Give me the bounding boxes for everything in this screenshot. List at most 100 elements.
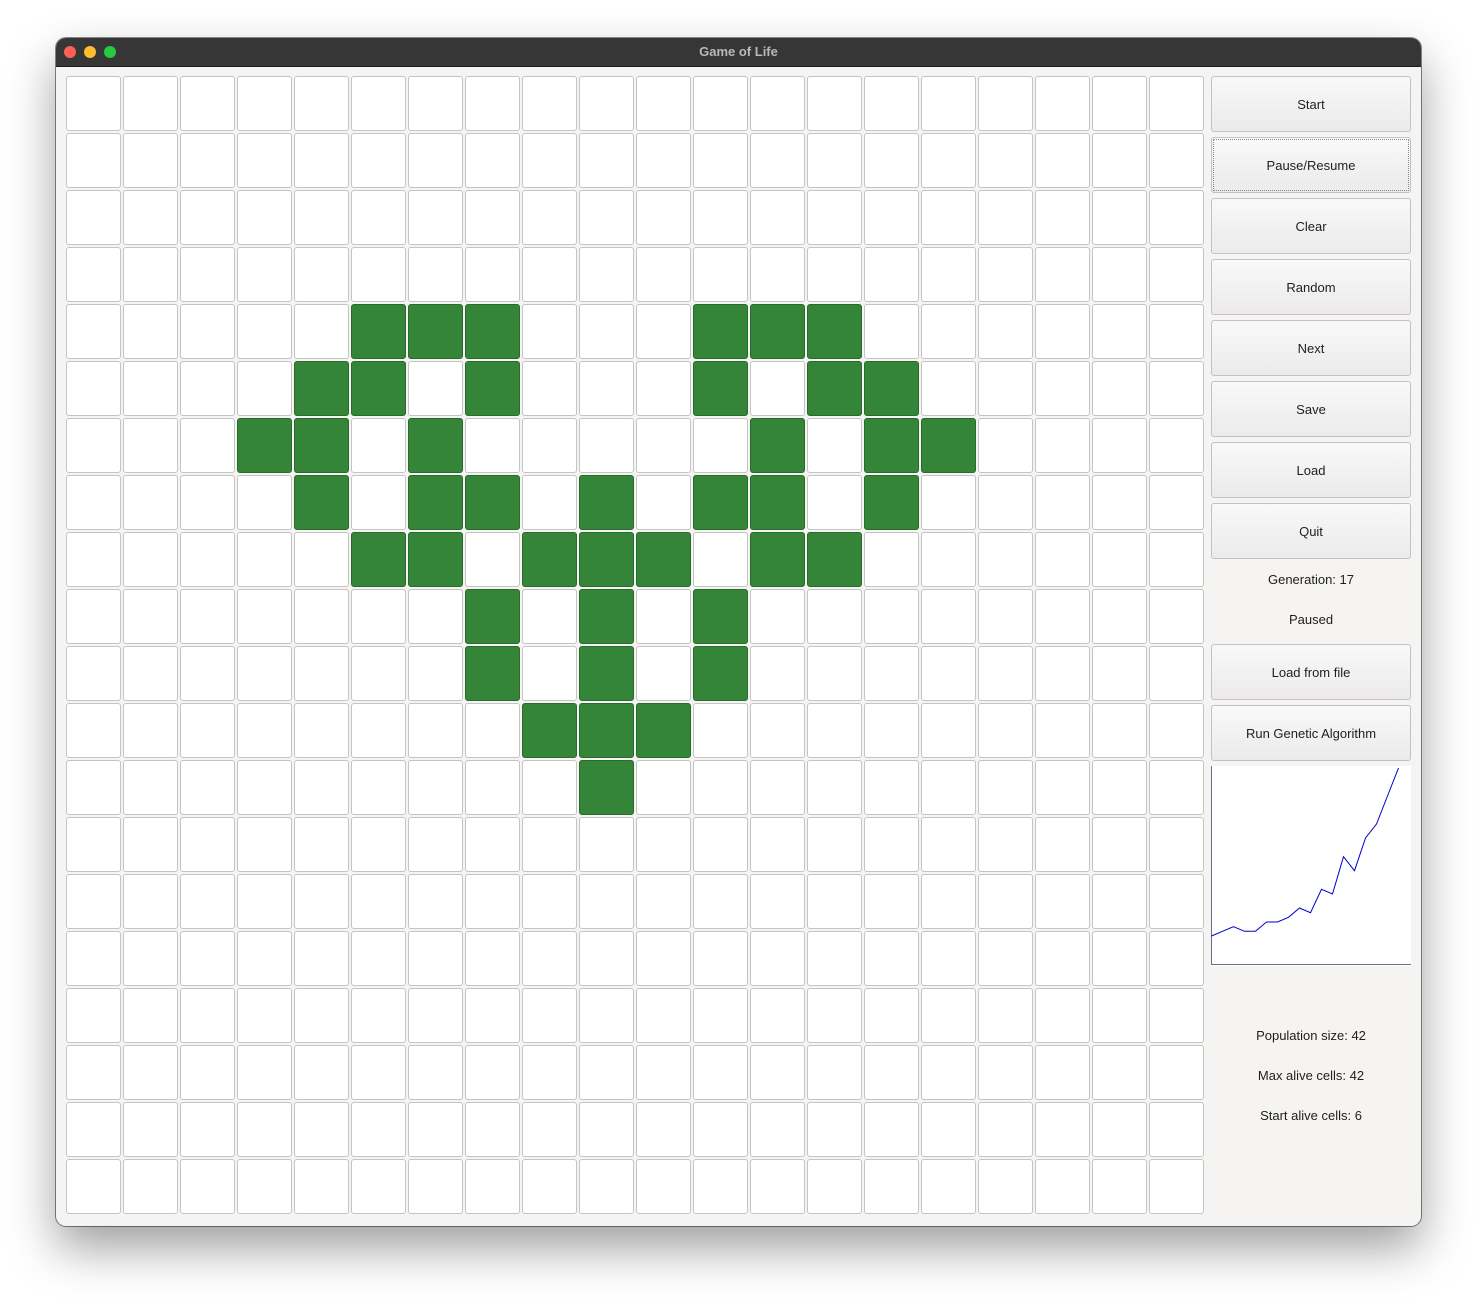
grid-cell[interactable] <box>237 475 292 530</box>
alive-cell[interactable] <box>921 418 976 473</box>
grid-cell[interactable] <box>864 874 919 929</box>
grid-cell[interactable] <box>237 247 292 302</box>
grid-cell[interactable] <box>921 931 976 986</box>
grid-cell[interactable] <box>465 760 520 815</box>
grid-cell[interactable] <box>351 190 406 245</box>
grid-cell[interactable] <box>123 703 178 758</box>
grid-cell[interactable] <box>750 133 805 188</box>
grid-cell[interactable] <box>1035 247 1090 302</box>
grid-cell[interactable] <box>123 1102 178 1157</box>
grid-cell[interactable] <box>921 589 976 644</box>
grid-cell[interactable] <box>66 304 121 359</box>
grid-cell[interactable] <box>294 532 349 587</box>
save-button[interactable]: Save <box>1211 381 1411 437</box>
grid-cell[interactable] <box>294 703 349 758</box>
grid-cell[interactable] <box>408 1102 463 1157</box>
grid-cell[interactable] <box>1092 532 1147 587</box>
grid-cell[interactable] <box>351 589 406 644</box>
grid-cell[interactable] <box>180 247 235 302</box>
grid-cell[interactable] <box>351 988 406 1043</box>
alive-cell[interactable] <box>864 475 919 530</box>
grid-cell[interactable] <box>351 133 406 188</box>
grid-cell[interactable] <box>921 703 976 758</box>
grid-cell[interactable] <box>807 418 862 473</box>
grid-cell[interactable] <box>237 817 292 872</box>
grid-cell[interactable] <box>807 133 862 188</box>
alive-cell[interactable] <box>750 418 805 473</box>
grid-cell[interactable] <box>1149 418 1204 473</box>
grid-cell[interactable] <box>978 1102 1033 1157</box>
grid-cell[interactable] <box>123 589 178 644</box>
grid-cell[interactable] <box>864 760 919 815</box>
grid-cell[interactable] <box>180 361 235 416</box>
grid-cell[interactable] <box>636 760 691 815</box>
alive-cell[interactable] <box>864 418 919 473</box>
grid-cell[interactable] <box>864 76 919 131</box>
alive-cell[interactable] <box>465 589 520 644</box>
grid-cell[interactable] <box>1149 1159 1204 1214</box>
grid-cell[interactable] <box>579 1159 634 1214</box>
grid-cell[interactable] <box>465 931 520 986</box>
grid-cell[interactable] <box>978 133 1033 188</box>
grid-cell[interactable] <box>123 532 178 587</box>
grid-cell[interactable] <box>237 1159 292 1214</box>
alive-cell[interactable] <box>750 532 805 587</box>
grid-cell[interactable] <box>123 133 178 188</box>
grid-cell[interactable] <box>237 646 292 701</box>
alive-cell[interactable] <box>408 532 463 587</box>
grid-cell[interactable] <box>1035 817 1090 872</box>
grid-cell[interactable] <box>807 1045 862 1100</box>
grid-cell[interactable] <box>465 418 520 473</box>
grid-cell[interactable] <box>522 817 577 872</box>
grid-cell[interactable] <box>1149 532 1204 587</box>
alive-cell[interactable] <box>465 475 520 530</box>
grid-cell[interactable] <box>864 703 919 758</box>
alive-cell[interactable] <box>465 361 520 416</box>
grid-cell[interactable] <box>1092 760 1147 815</box>
grid-cell[interactable] <box>123 361 178 416</box>
grid-cell[interactable] <box>750 646 805 701</box>
grid-cell[interactable] <box>294 1102 349 1157</box>
grid-cell[interactable] <box>921 247 976 302</box>
grid-cell[interactable] <box>1035 190 1090 245</box>
grid-cell[interactable] <box>750 361 805 416</box>
grid-cell[interactable] <box>408 646 463 701</box>
grid-cell[interactable] <box>66 874 121 929</box>
grid-cell[interactable] <box>693 532 748 587</box>
clear-button[interactable]: Clear <box>1211 198 1411 254</box>
grid-cell[interactable] <box>66 646 121 701</box>
grid-cell[interactable] <box>123 931 178 986</box>
grid-cell[interactable] <box>465 1159 520 1214</box>
alive-cell[interactable] <box>351 304 406 359</box>
grid-cell[interactable] <box>579 190 634 245</box>
grid-cell[interactable] <box>123 247 178 302</box>
grid-cell[interactable] <box>693 817 748 872</box>
grid-cell[interactable] <box>750 1102 805 1157</box>
grid-cell[interactable] <box>180 1045 235 1100</box>
grid-cell[interactable] <box>750 703 805 758</box>
grid-cell[interactable] <box>921 817 976 872</box>
grid-cell[interactable] <box>1149 1102 1204 1157</box>
grid-cell[interactable] <box>978 1045 1033 1100</box>
grid-cell[interactable] <box>465 874 520 929</box>
grid-cell[interactable] <box>978 532 1033 587</box>
grid-cell[interactable] <box>1092 1102 1147 1157</box>
grid-cell[interactable] <box>351 1045 406 1100</box>
grid-cell[interactable] <box>921 532 976 587</box>
load-from-file-button[interactable]: Load from file <box>1211 644 1411 700</box>
grid-cell[interactable] <box>522 646 577 701</box>
grid-cell[interactable] <box>237 190 292 245</box>
grid-cell[interactable] <box>294 133 349 188</box>
grid-cell[interactable] <box>978 703 1033 758</box>
grid-cell[interactable] <box>921 1159 976 1214</box>
grid-cell[interactable] <box>351 817 406 872</box>
grid-cell[interactable] <box>579 1102 634 1157</box>
grid-cell[interactable] <box>693 1045 748 1100</box>
grid-cell[interactable] <box>1092 475 1147 530</box>
grid-cell[interactable] <box>522 418 577 473</box>
grid-cell[interactable] <box>522 475 577 530</box>
grid-cell[interactable] <box>66 475 121 530</box>
grid-cell[interactable] <box>408 247 463 302</box>
grid-cell[interactable] <box>408 703 463 758</box>
grid-cell[interactable] <box>1035 418 1090 473</box>
